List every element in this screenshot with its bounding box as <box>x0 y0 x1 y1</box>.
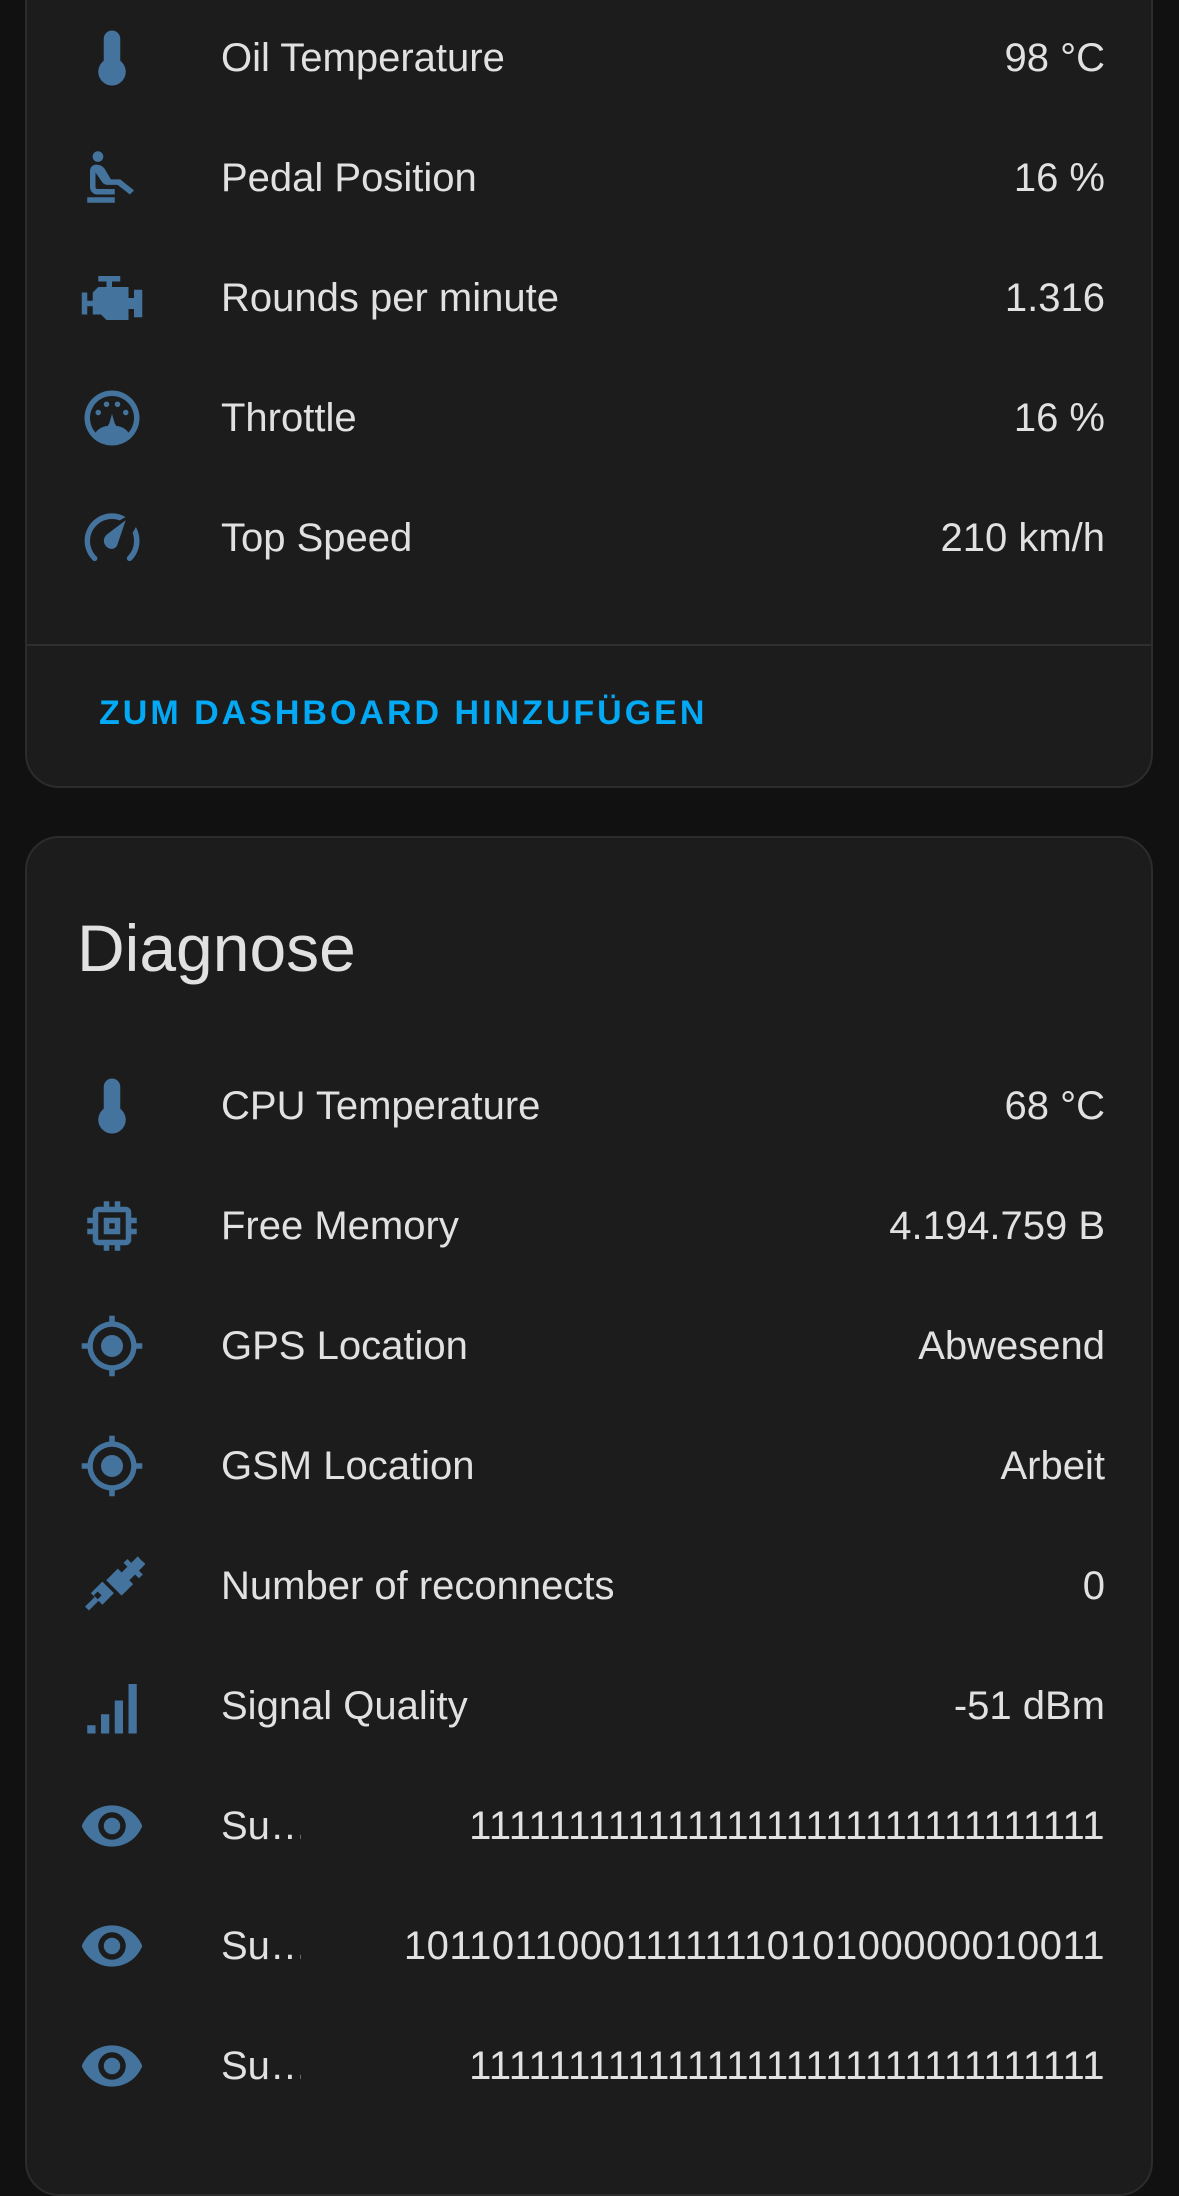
card-divider <box>27 644 1151 646</box>
entity-value: 11111111111111111111111111111111 <box>469 2043 1105 2088</box>
entity-card-diagnose: Diagnose CPU Temperature 68 °C Free Memo… <box>25 836 1153 2196</box>
entity-label: Su… <box>221 1803 301 1848</box>
entity-value: Abwesend <box>918 1323 1105 1368</box>
entity-value: 16 % <box>1013 395 1105 440</box>
entity-value: 10110110001111111010100000010011 <box>403 1923 1105 1968</box>
entity-label: Oil Temperature <box>221 35 505 80</box>
entity-label: Su… <box>221 1923 301 1968</box>
thermometer-icon <box>77 1071 147 1141</box>
entity-row-su-2[interactable]: Su… 10110110001111111010100000010011 <box>27 1886 1155 2006</box>
entity-value: 4.194.759 B <box>889 1203 1105 1248</box>
entity-value: 0 <box>1082 1563 1105 1608</box>
entity-row-pedal-position[interactable]: Pedal Position 16 % <box>27 118 1155 238</box>
entity-row-cpu-temperature[interactable]: CPU Temperature 68 °C <box>27 1046 1155 1166</box>
gauge-icon <box>77 383 147 453</box>
eye-icon <box>77 1911 147 1981</box>
entity-card-sensors: Oil Temperature 98 °C Pedal Position 16 … <box>25 0 1153 788</box>
entity-label: CPU Temperature <box>221 1083 541 1128</box>
chip-icon <box>77 1191 147 1261</box>
connection-icon <box>77 1551 147 1621</box>
entity-row-signal-quality[interactable]: Signal Quality -51 dBm <box>27 1646 1155 1766</box>
engine-icon <box>77 263 147 333</box>
entity-value: 16 % <box>1013 155 1105 200</box>
eye-icon <box>77 2031 147 2101</box>
entity-row-oil-temperature[interactable]: Oil Temperature 98 °C <box>27 0 1155 118</box>
entity-value: 68 °C <box>1004 1083 1106 1128</box>
add-to-dashboard-button[interactable]: ZUM DASHBOARD HINZUFÜGEN <box>99 694 707 733</box>
entity-label: Top Speed <box>221 515 413 560</box>
entity-row-su-3[interactable]: Su… 11111111111111111111111111111111 <box>27 2006 1155 2126</box>
entity-label: Free Memory <box>221 1203 459 1248</box>
entity-value: -51 dBm <box>953 1683 1105 1728</box>
entity-row-gsm-location[interactable]: GSM Location Arbeit <box>27 1406 1155 1526</box>
crosshairs-gps-icon <box>77 1311 147 1381</box>
speedometer-icon <box>77 503 147 573</box>
entity-row-su-1[interactable]: Su… 11111111111111111111111111111111 <box>27 1766 1155 1886</box>
entity-label: Number of reconnects <box>221 1563 615 1608</box>
eye-icon <box>77 1791 147 1861</box>
entity-label: GSM Location <box>221 1443 475 1488</box>
entity-label: Rounds per minute <box>221 275 559 320</box>
entity-value: 11111111111111111111111111111111 <box>469 1803 1105 1848</box>
entity-row-top-speed[interactable]: Top Speed 210 km/h <box>27 478 1155 598</box>
entity-value: Arbeit <box>1000 1443 1106 1488</box>
car-seat-driver-icon <box>77 143 147 213</box>
entity-value: 210 km/h <box>940 515 1105 560</box>
entity-row-number-of-reconnects[interactable]: Number of reconnects 0 <box>27 1526 1155 1646</box>
entity-value: 1.316 <box>1004 275 1105 320</box>
entity-row-gps-location[interactable]: GPS Location Abwesend <box>27 1286 1155 1406</box>
entity-label: GPS Location <box>221 1323 468 1368</box>
entity-label: Throttle <box>221 395 357 440</box>
entity-row-free-memory[interactable]: Free Memory 4.194.759 B <box>27 1166 1155 1286</box>
entity-value: 98 °C <box>1004 35 1106 80</box>
entity-row-rounds-per-minute[interactable]: Rounds per minute 1.316 <box>27 238 1155 358</box>
entity-label: Pedal Position <box>221 155 477 200</box>
signal-bars-icon <box>77 1671 147 1741</box>
crosshairs-gps-icon <box>77 1431 147 1501</box>
entity-row-throttle[interactable]: Throttle 16 % <box>27 358 1155 478</box>
entity-label: Signal Quality <box>221 1683 468 1728</box>
entity-label: Su… <box>221 2043 301 2088</box>
card-title: Diagnose <box>77 911 356 985</box>
thermometer-icon <box>77 23 147 93</box>
